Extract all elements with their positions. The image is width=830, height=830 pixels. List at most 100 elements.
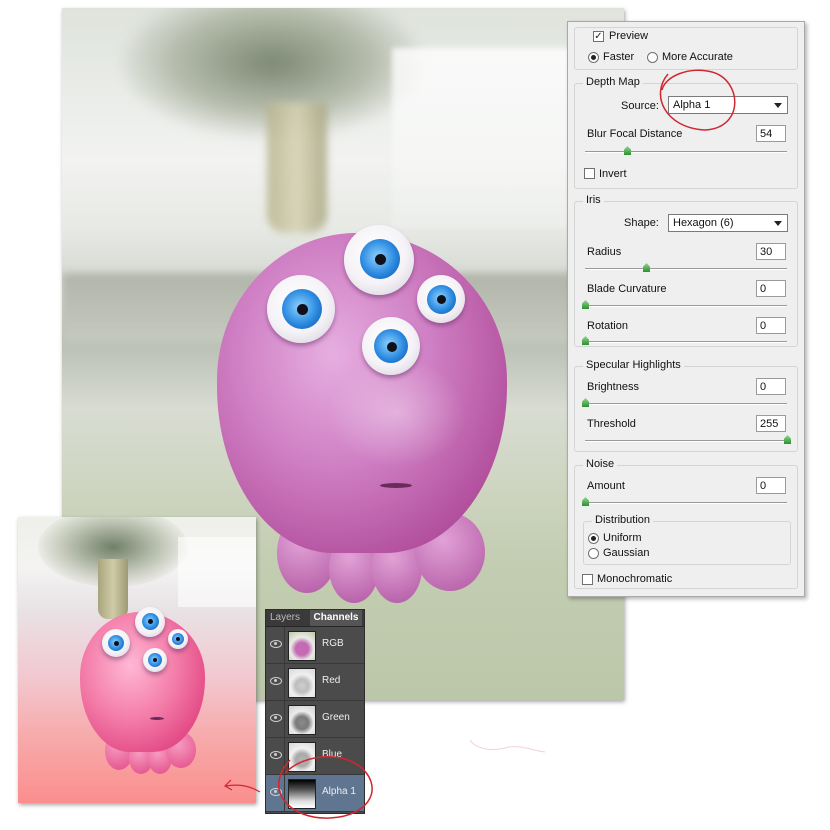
distribution-title: Distribution xyxy=(592,514,654,526)
distribution-group: Distribution Uniform Gaussian xyxy=(583,514,791,565)
monster-mouth xyxy=(380,483,412,488)
iris-group: Iris Shape: Hexagon (6) Radius 30 Blade … xyxy=(574,194,798,347)
channel-row-rgb[interactable]: RGB xyxy=(266,627,364,664)
monster-eye xyxy=(344,225,414,295)
channel-name: Green xyxy=(322,712,350,723)
threshold-input[interactable]: 255 xyxy=(756,415,786,432)
window-image xyxy=(178,537,256,607)
tab-layers[interactable]: Layers xyxy=(270,610,308,626)
monochromatic-label: Monochromatic xyxy=(597,573,673,585)
amount-slider-track[interactable] xyxy=(585,502,787,504)
rotation-label: Rotation xyxy=(587,320,628,332)
monster-thumbnail xyxy=(80,602,210,777)
visibility-eye-icon[interactable] xyxy=(270,640,282,648)
channel-thumbnail xyxy=(288,668,316,698)
brightness-label: Brightness xyxy=(587,381,639,393)
amount-label: Amount xyxy=(587,480,625,492)
depth-map-group: Depth Map Source: Alpha 1 Blur Focal Dis… xyxy=(574,76,798,189)
channel-row-blue[interactable]: Blue xyxy=(266,738,364,775)
monster-eye xyxy=(417,275,465,323)
amount-slider-thumb[interactable] xyxy=(582,497,589,506)
threshold-label: Threshold xyxy=(587,418,636,430)
radius-label: Radius xyxy=(587,246,622,258)
faster-radio[interactable] xyxy=(588,52,599,63)
brightness-slider-thumb[interactable] xyxy=(582,398,589,407)
monster-eye xyxy=(267,275,335,343)
shape-value: Hexagon (6) xyxy=(673,217,734,229)
noise-title: Noise xyxy=(583,458,618,470)
original-image-thumbnail xyxy=(18,517,256,803)
monster-illustration xyxy=(217,213,517,613)
specular-highlights-group: Specular Highlights Brightness 0 Thresho… xyxy=(574,359,798,452)
iris-title: Iris xyxy=(583,194,604,206)
invert-checkbox[interactable] xyxy=(584,168,595,179)
radius-slider-track[interactable] xyxy=(585,268,787,270)
monster-belly-highlight xyxy=(327,358,467,468)
preview-label: Preview xyxy=(609,30,649,42)
monster-eye xyxy=(102,629,130,657)
channel-thumbnail xyxy=(288,742,316,772)
monster-mouth xyxy=(150,717,164,720)
channel-name: Alpha 1 xyxy=(322,786,356,797)
source-label: Source: xyxy=(621,100,659,112)
visibility-eye-icon[interactable] xyxy=(270,751,282,759)
lens-blur-options-panel: ✓ Preview Faster More Accurate Depth Map… xyxy=(567,21,805,597)
noise-group: Noise Amount 0 Distribution Uniform Gaus… xyxy=(574,458,798,589)
visibility-eye-icon[interactable] xyxy=(270,788,282,796)
channel-name: Red xyxy=(322,675,341,686)
gaussian-label: Gaussian xyxy=(603,547,650,559)
source-value: Alpha 1 xyxy=(673,99,711,111)
source-dropdown[interactable]: Alpha 1 xyxy=(668,96,788,114)
brightness-slider-track[interactable] xyxy=(585,403,787,405)
amount-input[interactable]: 0 xyxy=(756,477,786,494)
monster-eye xyxy=(143,648,167,672)
monochromatic-checkbox[interactable] xyxy=(582,574,593,585)
visibility-eye-icon[interactable] xyxy=(270,677,282,685)
radius-input[interactable]: 30 xyxy=(756,243,786,260)
threshold-slider-track[interactable] xyxy=(585,440,787,442)
blur-focal-distance-input[interactable]: 54 xyxy=(756,125,786,142)
blade-curvature-slider-thumb[interactable] xyxy=(582,300,589,309)
channels-panel: Layers Channels RGB Red Green Blue Alpha… xyxy=(265,609,365,814)
tab-channels[interactable]: Channels xyxy=(310,610,362,626)
blade-curvature-slider-track[interactable] xyxy=(585,305,787,307)
shape-dropdown[interactable]: Hexagon (6) xyxy=(668,214,788,232)
blur-focal-distance-slider-track[interactable] xyxy=(585,151,787,153)
blade-curvature-input[interactable]: 0 xyxy=(756,280,786,297)
channel-name: Blue xyxy=(322,749,343,760)
depth-map-title: Depth Map xyxy=(583,76,643,88)
brightness-input[interactable]: 0 xyxy=(756,378,786,395)
channel-thumbnail xyxy=(288,631,316,661)
blur-focal-distance-slider-thumb[interactable] xyxy=(624,146,631,155)
blur-focal-distance-label: Blur Focal Distance xyxy=(587,128,683,140)
preview-checkbox[interactable]: ✓ xyxy=(593,31,604,42)
monster-eye xyxy=(362,317,420,375)
gaussian-radio[interactable] xyxy=(588,548,599,559)
faster-label: Faster xyxy=(603,51,635,63)
threshold-slider-thumb[interactable] xyxy=(784,435,791,444)
specular-highlights-title: Specular Highlights xyxy=(583,359,684,371)
rotation-input[interactable]: 0 xyxy=(756,317,786,334)
channel-row-alpha-1[interactable]: Alpha 1 xyxy=(266,775,364,812)
chevron-down-icon xyxy=(774,221,782,226)
panel-tabs: Layers Channels xyxy=(266,610,364,627)
rotation-slider-track[interactable] xyxy=(585,341,787,343)
shape-label: Shape: xyxy=(624,217,659,229)
invert-label: Invert xyxy=(599,168,627,180)
preview-group: ✓ Preview Faster More Accurate xyxy=(574,27,798,70)
radius-slider-thumb[interactable] xyxy=(643,263,650,272)
channel-row-green[interactable]: Green xyxy=(266,701,364,738)
monster-eye xyxy=(168,629,188,649)
uniform-label: Uniform xyxy=(603,532,642,544)
channel-row-red[interactable]: Red xyxy=(266,664,364,701)
chevron-down-icon xyxy=(774,103,782,108)
rotation-slider-thumb[interactable] xyxy=(582,336,589,345)
channel-name: RGB xyxy=(322,638,344,649)
channel-thumbnail xyxy=(288,705,316,735)
visibility-eye-icon[interactable] xyxy=(270,714,282,722)
more-accurate-radio[interactable] xyxy=(647,52,658,63)
monster-eye xyxy=(135,607,165,637)
channel-thumbnail xyxy=(288,779,316,809)
more-accurate-label: More Accurate xyxy=(662,51,733,63)
uniform-radio[interactable] xyxy=(588,533,599,544)
